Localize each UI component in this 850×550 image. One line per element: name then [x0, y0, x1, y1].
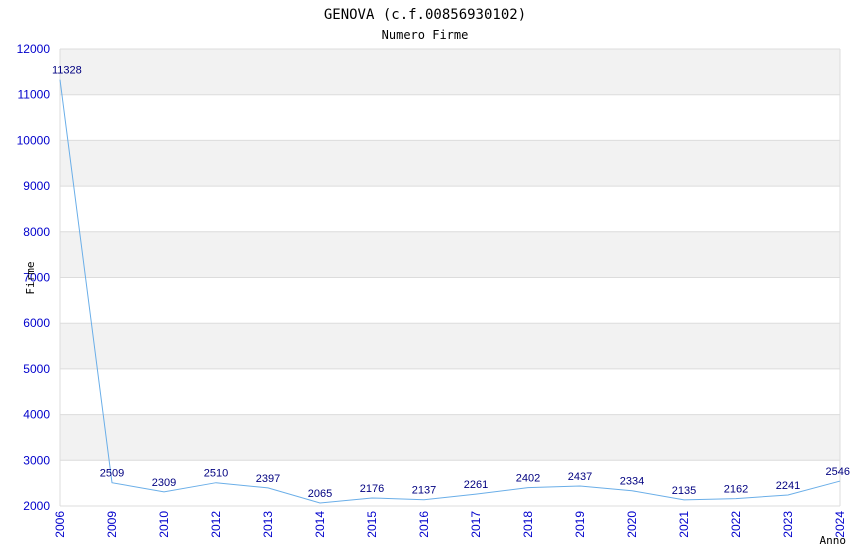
y-tick-label: 5000	[23, 362, 50, 376]
line-chart: 2000300040005000600070008000900010000110…	[17, 7, 850, 547]
x-tick-labels: 2006 2009 2010 2012 2013 2014 2015 2016 2017 2018…	[53, 511, 847, 538]
x-tick-label: 2020	[625, 511, 639, 538]
background-band	[60, 231, 840, 278]
y-axis-label: Firme	[24, 261, 37, 294]
x-tick-label: 2014	[313, 511, 327, 538]
data-label: 2546	[826, 466, 850, 478]
y-tick-label: 12000	[17, 42, 51, 56]
data-label: 2137	[412, 485, 436, 497]
background-bands	[60, 49, 840, 461]
x-tick-label: 2016	[417, 511, 431, 538]
data-label: 2241	[776, 480, 800, 492]
chart-title: GENOVA (c.f.00856930102)	[324, 7, 526, 23]
y-tick-label: 10000	[17, 133, 51, 147]
x-tick-label: 2022	[729, 511, 743, 538]
data-label: 2176	[360, 483, 384, 495]
x-tick-label: 2006	[53, 511, 67, 538]
data-label: 2509	[100, 468, 124, 480]
x-tick-label: 2013	[261, 511, 275, 538]
data-label: 11328	[52, 65, 82, 77]
x-tick-label: 2009	[105, 511, 119, 538]
data-label: 2135	[672, 485, 696, 497]
y-tick-label: 11000	[18, 88, 51, 102]
background-band	[60, 49, 840, 95]
chart-subtitle: Numero Firme	[382, 28, 469, 42]
background-band	[60, 323, 840, 369]
background-band	[60, 140, 840, 187]
data-label: 2437	[568, 471, 592, 483]
data-label: 2261	[464, 479, 488, 491]
data-label: 2397	[256, 473, 280, 485]
x-tick-label: 2010	[157, 511, 171, 538]
y-tick-label: 6000	[23, 316, 50, 330]
x-tick-label: 2017	[469, 511, 483, 538]
y-tick-label: 2000	[23, 499, 50, 513]
x-tick-label: 2021	[677, 511, 691, 538]
x-tick-label: 2023	[781, 511, 795, 538]
x-axis-label: Anno	[820, 534, 847, 547]
y-tick-label: 9000	[23, 179, 50, 193]
x-tick-label: 2012	[209, 511, 223, 538]
y-tick-label: 4000	[23, 408, 50, 422]
y-tick-label: 8000	[23, 225, 50, 239]
data-label: 2065	[308, 488, 332, 500]
data-label: 2402	[516, 473, 540, 485]
data-label: 2510	[204, 468, 228, 480]
x-tick-label: 2018	[521, 511, 535, 538]
background-band	[60, 414, 840, 461]
y-tick-label: 3000	[23, 453, 50, 467]
data-label: 2309	[152, 477, 176, 489]
x-tick-label: 2019	[573, 511, 587, 538]
data-label: 2334	[620, 476, 644, 488]
data-label: 2162	[724, 484, 748, 496]
x-tick-label: 2015	[365, 511, 379, 538]
